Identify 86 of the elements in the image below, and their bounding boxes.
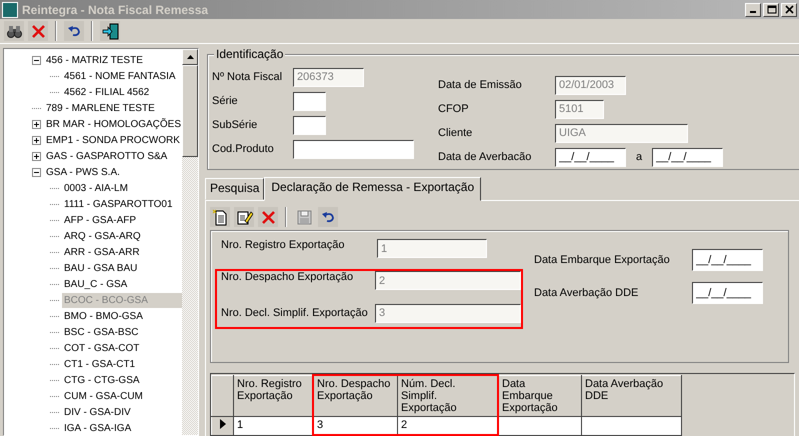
scrollbar[interactable]: [182, 49, 198, 435]
tree-item[interactable]: BAU - GSA BAU: [62, 260, 140, 276]
field-label: SubSérie: [212, 119, 258, 131]
field-label: Data Embarque Exportação: [534, 254, 671, 266]
delete-icon: [260, 208, 276, 226]
tree-item[interactable]: EMP1 - SONDA PROCWORK: [44, 132, 182, 148]
tree-item[interactable]: 456 - MATRIZ TESTE: [44, 52, 145, 68]
input-field[interactable]: [293, 92, 326, 110]
close-button[interactable]: [781, 2, 797, 16]
collapse-icon[interactable]: [32, 56, 41, 64]
tree-item[interactable]: IGA - GSA-IGA: [62, 420, 134, 435]
field-label: Data Averbação DDE: [534, 286, 640, 298]
expand-icon[interactable]: [32, 120, 41, 128]
new-document-button[interactable]: [210, 207, 230, 227]
tree-item[interactable]: BAU_C - GSA: [62, 276, 130, 292]
input-field[interactable]: 2: [375, 271, 521, 290]
field-label: Cod.Produto: [212, 143, 275, 155]
field-label: Cliente: [438, 127, 474, 139]
minimize-icon: [750, 10, 756, 12]
tree-item[interactable]: ARR - GSA-ARR: [62, 244, 142, 260]
field-label: Nro. Despacho Exportação: [220, 271, 354, 283]
tree-item[interactable]: 0003 - AIA-LM: [62, 180, 130, 196]
tree-item[interactable]: CT1 - GSA-CT1: [62, 356, 138, 372]
expand-icon[interactable]: [32, 152, 41, 160]
range-separator: a: [634, 151, 644, 163]
tree-item[interactable]: BMO - BMO-GSA: [62, 308, 145, 324]
door-exit-icon: [102, 22, 118, 40]
field-label: CFOP: [438, 103, 470, 115]
app-icon: [2, 2, 18, 18]
tree-item[interactable]: CTG - CTG-GSA: [62, 372, 142, 388]
input-field[interactable]: __/__/____: [692, 282, 763, 304]
tree-item[interactable]: GSA - PWS S.A.: [44, 164, 122, 180]
column-header[interactable]: Nro. Despacho Exportação: [313, 375, 398, 416]
binoculars-button[interactable]: [4, 21, 24, 41]
maximize-icon: [766, 4, 776, 15]
tree-item[interactable]: GAS - GASPAROTTO S&A: [44, 148, 170, 164]
window-title: Reintegra - Nota Fiscal Remessa: [22, 2, 210, 16]
maximize-button[interactable]: [763, 2, 779, 16]
tree-item[interactable]: 1111 - GASPAROTTO01: [62, 196, 175, 212]
input-field[interactable]: [293, 116, 326, 134]
tree-item[interactable]: DIV - GSA-DIV: [62, 404, 133, 420]
tree-item[interactable]: CUM - GSA-CUM: [62, 388, 145, 404]
delete-icon: [30, 22, 46, 40]
field-label: Nro. Decl. Simplif. Exportação: [220, 307, 369, 319]
input-field[interactable]: __/__/____: [652, 148, 723, 166]
field-label: Nº Nota Fiscal: [212, 71, 284, 83]
field-label: Série: [212, 95, 239, 107]
input-field[interactable]: __/__/____: [555, 148, 626, 166]
collapse-icon[interactable]: [32, 168, 41, 176]
field-label: Data de Averbacão: [438, 151, 532, 163]
table-cell: 1: [234, 416, 313, 435]
input-field[interactable]: [293, 140, 414, 158]
tree-item[interactable]: BR MAR - HOMOLOGAÇÕES: [44, 116, 184, 132]
tab[interactable]: Declaração de Remessa - Exportação: [264, 177, 482, 201]
group-title: Identificação: [214, 47, 286, 61]
tree-item[interactable]: ARQ - GSA-ARQ: [62, 228, 143, 244]
scroll-up-button[interactable]: [182, 49, 198, 65]
expand-icon[interactable]: [32, 136, 41, 144]
minimize-button[interactable]: [745, 2, 761, 16]
input-field[interactable]: __/__/____: [692, 248, 763, 270]
tree-item[interactable]: COT - GSA-COT: [62, 340, 142, 356]
save-icon: [296, 208, 312, 226]
column-header[interactable]: Nro. Registro Exportação: [234, 375, 313, 416]
table-cell: 2: [398, 416, 498, 435]
door-exit-button[interactable]: [100, 21, 120, 41]
column-header[interactable]: Data Averbação DDE: [582, 375, 682, 416]
undo-button[interactable]: [64, 21, 84, 41]
up-arrow-icon: [186, 55, 194, 59]
column-header[interactable]: Data Embarque Exportação: [498, 375, 582, 416]
new-document-icon: [212, 208, 228, 226]
field-label: Data de Emissão: [438, 79, 523, 91]
close-icon: [784, 4, 794, 15]
field-label: Nro. Registro Exportação: [220, 239, 346, 251]
tree-item[interactable]: 4562 - FILIAL 4562: [62, 84, 152, 100]
scroll-thumb[interactable]: [182, 65, 198, 157]
column-header[interactable]: Núm. Decl. Simplif. Exportação: [398, 375, 498, 416]
input-field[interactable]: 3: [375, 304, 521, 322]
tree-item[interactable]: BSC - GSA-BSC: [62, 324, 140, 340]
tree-item[interactable]: 789 - MARLENE TESTE: [44, 100, 157, 116]
edit-document-button[interactable]: [234, 207, 254, 227]
tree-item[interactable]: 4561 - NOME FANTASIA: [62, 68, 178, 84]
table-cell: 3: [313, 416, 398, 435]
edit-document-icon: [236, 208, 252, 226]
tree-item[interactable]: AFP - GSA-AFP: [62, 212, 138, 228]
input-field[interactable]: 1: [377, 239, 487, 258]
undo-button[interactable]: [318, 207, 338, 227]
